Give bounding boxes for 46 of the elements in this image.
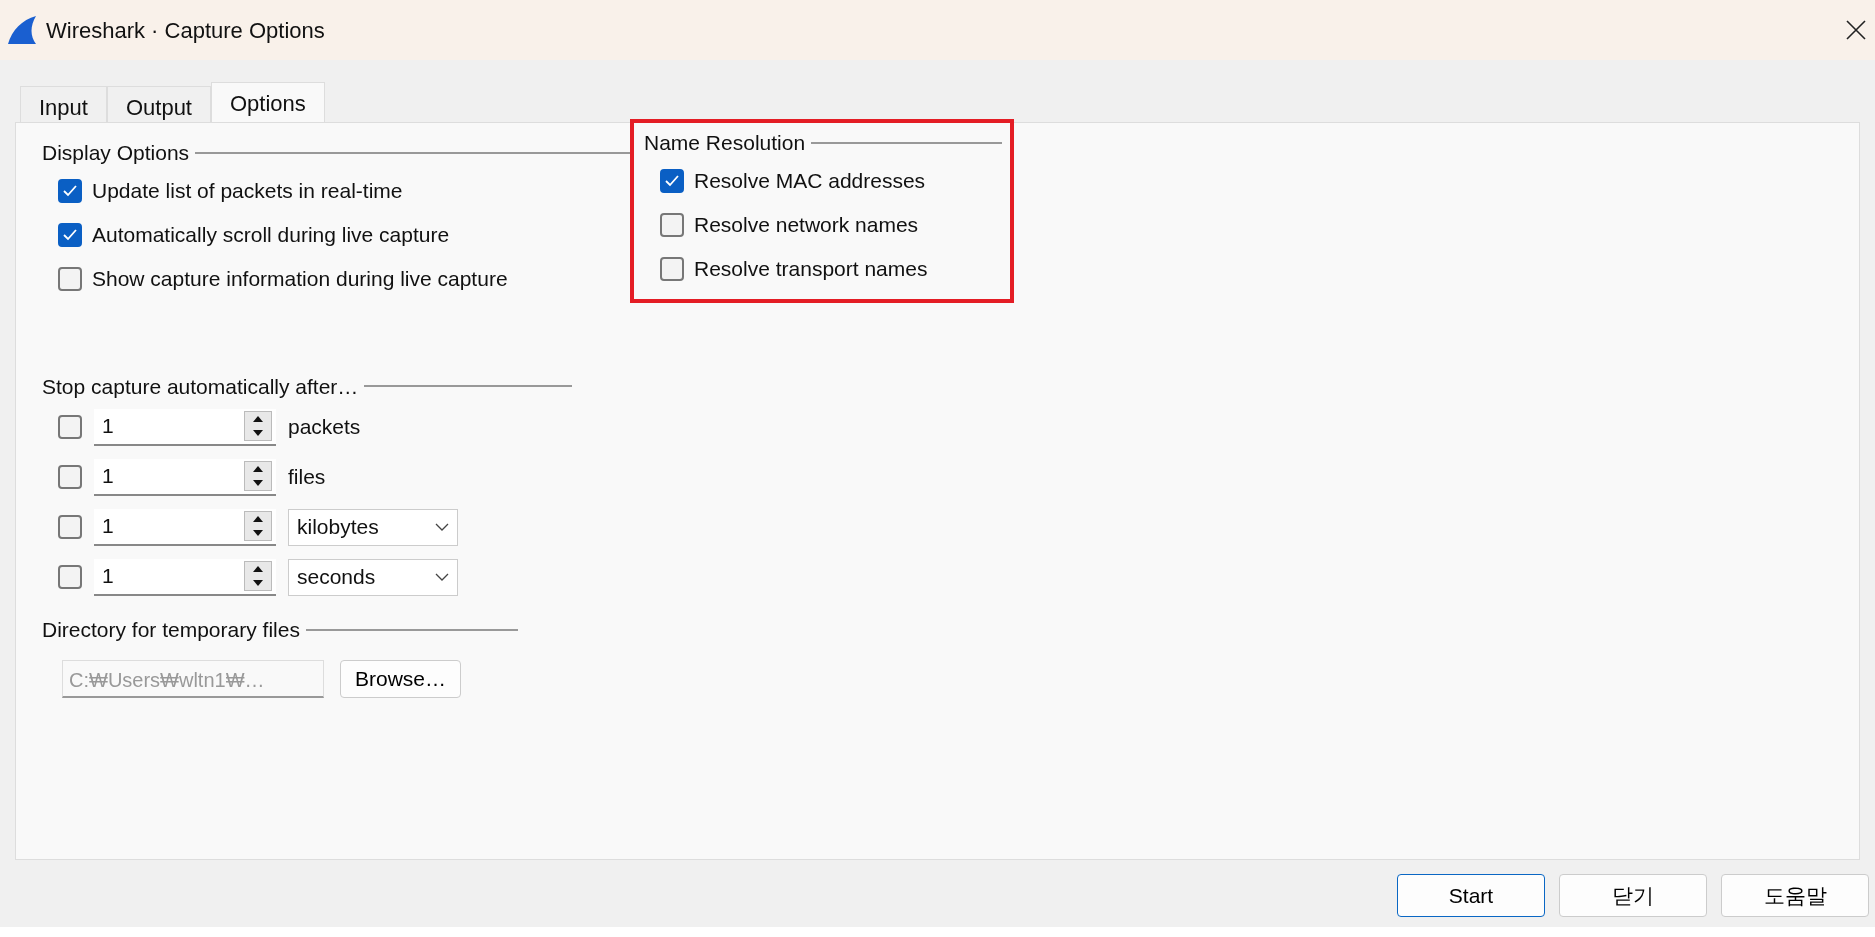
checkbox[interactable] (58, 178, 82, 203)
checkbox[interactable] (58, 266, 82, 291)
group-heading: Stop capture automatically after… (42, 373, 359, 400)
chevron-down-icon (435, 523, 449, 531)
dialog-button[interactable]: 닫기 (1559, 874, 1707, 917)
tab[interactable]: Output (106, 86, 211, 122)
checkmark-icon (63, 184, 77, 197)
checkbox-label: Resolve transport names (694, 255, 928, 282)
checkbox-label: Resolve MAC addresses (694, 167, 926, 194)
checkbox[interactable] (660, 212, 684, 237)
checkbox-label: Automatically scroll during live capture (92, 221, 450, 248)
spin-box[interactable]: 1 (94, 558, 276, 596)
window-title: Wireshark · Capture Options (46, 16, 326, 45)
dialog-button[interactable]: 도움말 (1721, 874, 1869, 917)
close-icon[interactable] (1845, 19, 1867, 41)
spin-box[interactable]: 1 (94, 508, 276, 546)
tab[interactable]: Options (211, 82, 325, 122)
checkbox[interactable] (58, 465, 82, 489)
unit-dropdown[interactable]: seconds (288, 558, 458, 596)
spin-box[interactable]: 1 (94, 458, 276, 496)
shark-fin-icon (6, 14, 38, 46)
spin-box[interactable]: 1 (94, 408, 276, 446)
checkmark-icon (63, 228, 77, 241)
unit-label: packets (288, 414, 361, 441)
checkbox-label: Update list of packets in real-time (92, 177, 403, 204)
tab[interactable]: Input (20, 86, 107, 122)
group-heading: Name Resolution (644, 130, 806, 156)
checkbox-label: Show capture information during live capture (92, 265, 508, 292)
group-heading: Directory for temporary files (42, 617, 300, 643)
checkbox-label: Resolve network names (694, 211, 919, 238)
dialog-button[interactable]: Start (1397, 874, 1545, 917)
spin-arrows-icon[interactable] (244, 411, 272, 441)
spin-arrows-icon[interactable] (244, 511, 272, 541)
spin-arrows-icon[interactable] (244, 461, 272, 491)
checkbox[interactable] (58, 515, 82, 539)
checkbox[interactable] (58, 415, 82, 439)
group-heading: Display Options (42, 140, 190, 166)
checkbox[interactable] (58, 565, 82, 589)
unit-label: files (288, 464, 326, 491)
chevron-down-icon (435, 573, 449, 581)
unit-dropdown[interactable]: kilobytes (288, 508, 458, 546)
checkbox[interactable] (58, 222, 82, 247)
spin-arrows-icon[interactable] (244, 561, 272, 591)
checkmark-icon (665, 174, 679, 187)
checkbox[interactable] (660, 256, 684, 281)
checkbox[interactable] (660, 168, 684, 193)
